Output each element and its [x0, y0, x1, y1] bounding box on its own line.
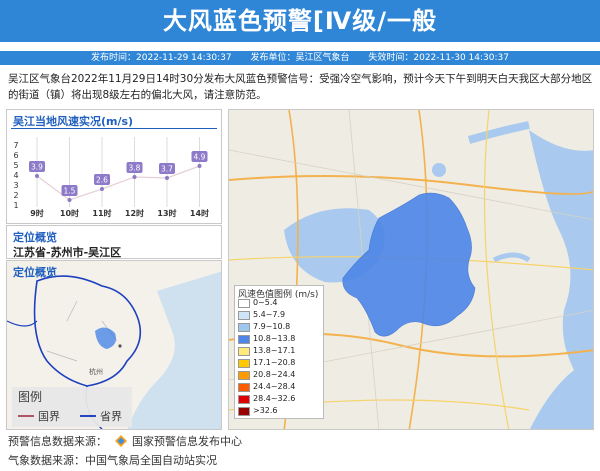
data-label: 3.7 — [161, 165, 173, 174]
data-label: 2.6 — [96, 176, 108, 185]
warning-description: 吴江区气象台2022年11月29日14时30分发布大风蓝色预警信号：受强冷空气影… — [8, 73, 593, 101]
data-point — [132, 175, 137, 179]
y-tick-label: 6 — [13, 151, 18, 160]
data-label: 4.9 — [194, 153, 206, 162]
wind-speed-panel: 吴江当地风速实况(m/s) 1 2 3 4 5 6 7 9时 10时 11时 12时 13时 14时 3.… — [6, 109, 222, 224]
x-tick-label: 9时 — [30, 208, 44, 218]
x-tick-label: 11时 — [92, 208, 111, 218]
wind-color-legend: 风速色值图例 (m/s) 0~5.4 5.4~7.9 7.9~10.8 10.8~13… — [234, 285, 324, 419]
national-border-label: 国界 — [38, 410, 60, 423]
publish-time: 发布时间：2022-11-29 14:30:37 — [91, 53, 232, 63]
warning-title: 大风蓝色预警[Ⅳ级/一般 — [0, 0, 600, 42]
x-tick-label: 14时 — [190, 208, 209, 218]
province-border-label: 省界 — [100, 410, 122, 423]
x-tick-label: 12时 — [125, 208, 144, 218]
y-tick-label: 7 — [13, 141, 18, 150]
y-tick-label: 3 — [13, 181, 18, 190]
legend-swatch — [238, 323, 250, 332]
legend-label: 7.9~10.8 — [253, 322, 291, 331]
legend-label: 17.1~20.8 — [253, 358, 296, 367]
legend-label: 20.8~24.4 — [253, 370, 296, 379]
data-point — [35, 174, 39, 178]
x-tick-label: 13时 — [157, 208, 176, 218]
legend-label: 13.8~17.1 — [253, 346, 296, 355]
warning-source-org: 国家预警信息发布中心 — [132, 435, 242, 448]
legend-label: 5.4~7.9 — [253, 310, 286, 319]
province-border-swatch — [80, 415, 96, 417]
legend-swatch — [238, 407, 250, 416]
national-border-swatch — [18, 415, 34, 417]
expire-time: 失效时间：2022-11-30 14:30:37 — [368, 53, 509, 63]
warning-source-label: 预警信息数据来源： — [8, 435, 107, 448]
data-point — [100, 187, 104, 191]
legend-swatch — [238, 371, 250, 380]
legend-swatch — [238, 335, 250, 344]
legend-title: 风速色值图例 (m/s) — [238, 290, 319, 300]
data-label: 3.9 — [31, 163, 43, 172]
city-label: 杭州 — [89, 368, 103, 376]
locator-title: 定位概览 — [13, 266, 57, 279]
x-tick-label: 10时 — [60, 208, 79, 218]
series-line — [36, 165, 200, 201]
data-label: 3.8 — [129, 164, 141, 173]
publish-unit: 发布单位：吴江区气象台 — [250, 53, 350, 63]
y-tick-label: 2 — [13, 191, 18, 200]
legend-label: 24.4~28.4 — [253, 382, 296, 391]
legend-label: 28.4~32.6 — [253, 394, 296, 403]
legend-swatch — [238, 395, 250, 404]
legend-swatch — [238, 311, 250, 320]
legend-label: >32.6 — [253, 406, 278, 415]
y-tick-label: 5 — [13, 161, 18, 170]
warning-meta: 发布时间：2022-11-29 14:30:37 发布单位：吴江区气象台 失效时… — [0, 51, 600, 65]
weather-source: 气象数据来源：中国气象局全国自动站实况 — [8, 454, 217, 467]
location-title: 定位概览 — [13, 231, 57, 244]
data-point — [67, 198, 72, 202]
location-panel: 定位概览 江苏省-苏州市-吴江区 — [6, 225, 222, 259]
legend-swatch — [238, 347, 250, 356]
legend-label: 10.8~13.8 — [253, 334, 296, 343]
legend-swatch — [238, 383, 250, 392]
data-label: 1.5 — [64, 187, 76, 196]
data-point — [165, 176, 169, 180]
warning-center-logo-icon — [114, 435, 127, 447]
y-tick-label: 4 — [13, 171, 18, 180]
mini-map-legend: 图例 国界 省界 — [12, 387, 132, 427]
mini-legend-title: 图例 — [18, 390, 43, 404]
warning-source: 预警信息数据来源： 国家预警信息发布中心 — [8, 433, 242, 449]
legend-swatch — [238, 359, 250, 368]
legend-swatch — [238, 299, 250, 308]
legend-label: 0~5.4 — [253, 298, 278, 307]
data-point — [197, 164, 202, 168]
y-tick-label: 1 — [13, 201, 18, 210]
wind-speed-chart: 1234567 9时 10时 11时 12时 13时 14时 3.9 1.5 2.6 3.8 3.7 4… — [13, 137, 209, 218]
location-place: 江苏省-苏州市-吴江区 — [13, 246, 122, 259]
